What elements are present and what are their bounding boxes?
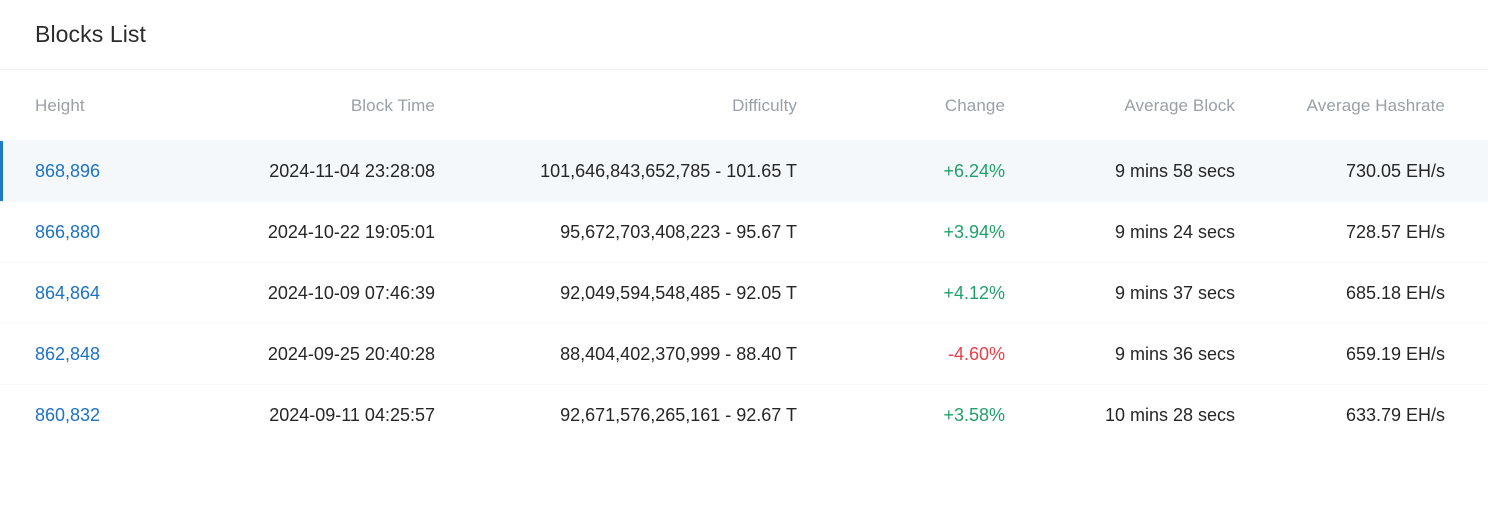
table-row[interactable]: 862,848 2024-09-25 20:40:28 88,404,402,370…: [0, 323, 1488, 385]
cell-difficulty: 95,672,703,408,223 - 95.67 T: [560, 222, 797, 242]
column-header-change[interactable]: Change: [805, 70, 1005, 141]
cell-average-block: 9 mins 24 secs: [1114, 222, 1235, 242]
column-header-average-block[interactable]: Average Block: [1005, 70, 1235, 141]
column-header-average-hashrate[interactable]: Average Hashrate: [1235, 70, 1488, 141]
column-header-difficulty[interactable]: Difficulty: [435, 70, 805, 141]
cell-difficulty: 92,671,576,265,161 - 92.67 T: [560, 405, 797, 425]
column-header-height[interactable]: Height: [0, 70, 175, 141]
column-header-block-time[interactable]: Block Time: [175, 70, 435, 141]
cell-height: 862,848: [0, 324, 175, 385]
block-height-link[interactable]: 864,864: [35, 283, 100, 303]
cell-average-block: 9 mins 36 secs: [1114, 344, 1235, 364]
block-height-link[interactable]: 860,832: [35, 405, 100, 425]
cell-height: 864,864: [0, 263, 175, 324]
block-height-link[interactable]: 862,848: [35, 344, 100, 364]
cell-average-hashrate: 728.57 EH/s: [1345, 222, 1445, 242]
cell-change: +3.58%: [943, 405, 1005, 425]
cell-block-time: 2024-10-22 19:05:01: [267, 222, 435, 242]
cell-height: 868,896: [0, 141, 175, 202]
cell-average-hashrate: 685.18 EH/s: [1345, 283, 1445, 303]
table-body: 868,896 2024-11-04 23:28:08 101,646,843,65…: [0, 140, 1488, 446]
cell-average-hashrate: 730.05 EH/s: [1345, 161, 1445, 181]
table-row[interactable]: 866,880 2024-10-22 19:05:01 95,672,703,408…: [0, 201, 1488, 263]
cell-change: -4.60%: [947, 344, 1005, 364]
block-height-link[interactable]: 868,896: [35, 161, 100, 181]
cell-average-block: 9 mins 37 secs: [1114, 283, 1235, 303]
cell-height: 860,832: [0, 385, 175, 446]
cell-difficulty: 88,404,402,370,999 - 88.40 T: [560, 344, 797, 364]
table-header: Height Block Time Difficulty Change Aver…: [0, 70, 1488, 141]
cell-height: 866,880: [0, 202, 175, 263]
cell-difficulty: 101,646,843,652,785 - 101.65 T: [540, 161, 797, 181]
table-row[interactable]: 868,896 2024-11-04 23:28:08 101,646,843,65…: [0, 140, 1488, 202]
cell-average-block: 9 mins 58 secs: [1114, 161, 1235, 181]
blocks-table: Height Block Time Difficulty Change Aver…: [0, 70, 1488, 445]
cell-block-time: 2024-09-11 04:25:57: [269, 405, 435, 425]
cell-change: +4.12%: [943, 283, 1005, 303]
table-row[interactable]: 860,832 2024-09-11 04:25:57 92,671,576,265…: [0, 384, 1488, 446]
cell-average-block: 10 mins 28 secs: [1104, 405, 1235, 425]
cell-change: +3.94%: [943, 222, 1005, 242]
cell-block-time: 2024-09-25 20:40:28: [267, 344, 435, 364]
panel-header: Blocks List: [0, 0, 1488, 70]
cell-block-time: 2024-10-09 07:46:39: [267, 283, 435, 303]
cell-average-hashrate: 659.19 EH/s: [1345, 344, 1445, 364]
page-title: Blocks List: [35, 21, 147, 47]
cell-difficulty: 92,049,594,548,485 - 92.05 T: [560, 283, 797, 303]
block-height-link[interactable]: 866,880: [35, 222, 100, 242]
cell-block-time: 2024-11-04 23:28:08: [269, 161, 435, 181]
blocks-list-panel: Blocks List Height Block Time Difficulty…: [0, 0, 1488, 507]
cell-average-hashrate: 633.79 EH/s: [1345, 405, 1445, 425]
table-header-row: Height Block Time Difficulty Change Aver…: [0, 70, 1488, 141]
table-row[interactable]: 864,864 2024-10-09 07:46:39 92,049,594,548…: [0, 262, 1488, 324]
cell-change: +6.24%: [943, 161, 1005, 181]
